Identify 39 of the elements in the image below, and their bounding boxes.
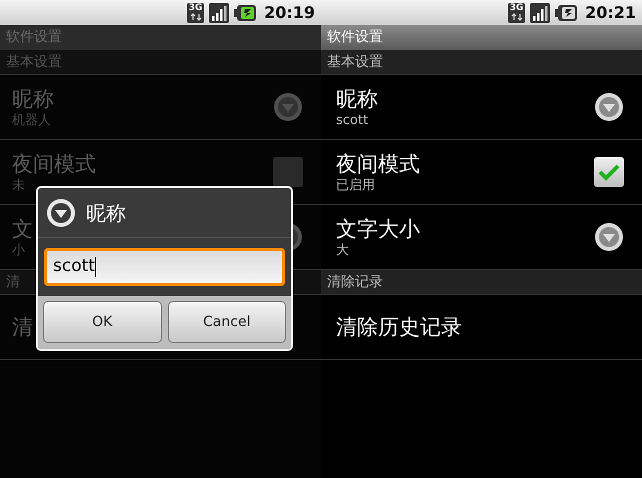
preference-summary: 机器人 [12, 112, 52, 128]
preference-summary: 小 [12, 242, 26, 258]
checkbox[interactable] [594, 157, 624, 187]
dialog-button[interactable]: OK [43, 301, 162, 343]
preference-title: 昵称 [336, 86, 378, 112]
category-title: 清 [6, 272, 20, 292]
dialog-button[interactable]: Cancel [168, 301, 286, 343]
clock-time: 20:19 [264, 2, 315, 24]
screen-title: 软件设置 [6, 28, 62, 47]
screen-title: 软件设置 [327, 28, 383, 47]
preference-title: 文字大小 [336, 216, 420, 242]
preference-title: 文 [12, 216, 33, 242]
network-type: 3G [510, 2, 524, 12]
preference-summary: 大 [336, 242, 350, 258]
text-input-field[interactable]: scott [44, 248, 285, 286]
checkbox[interactable] [273, 157, 303, 187]
text-cursor [94, 257, 96, 277]
category-title: 基本设置 [327, 52, 383, 72]
preference-summary: 未 [12, 176, 26, 194]
input-value: scott [53, 255, 95, 278]
category-title: 基本设置 [6, 52, 62, 72]
battery-icon [555, 4, 578, 20]
dialog-title: 昵称 [86, 200, 126, 226]
category-title: 清除记录 [327, 272, 383, 292]
battery-icon [234, 4, 256, 20]
preference-title: 昵称 [12, 86, 54, 112]
preference-title: 夜间模式 [336, 150, 420, 176]
checkmark-icon [598, 163, 620, 181]
network-type: 3G [188, 2, 202, 12]
signal-icon [530, 2, 550, 22]
clock-time: 20:21 [585, 2, 636, 24]
preference-title: 清除历史记录 [336, 314, 462, 340]
arrows-icon [190, 12, 202, 20]
preference-summary: 已启用 [336, 176, 376, 194]
preference-summary: scott [336, 112, 370, 128]
preference-title: 夜间模式 [12, 150, 96, 176]
signal-icon [209, 2, 230, 22]
preference-title: 清 [12, 314, 33, 340]
arrows-icon [510, 12, 523, 20]
